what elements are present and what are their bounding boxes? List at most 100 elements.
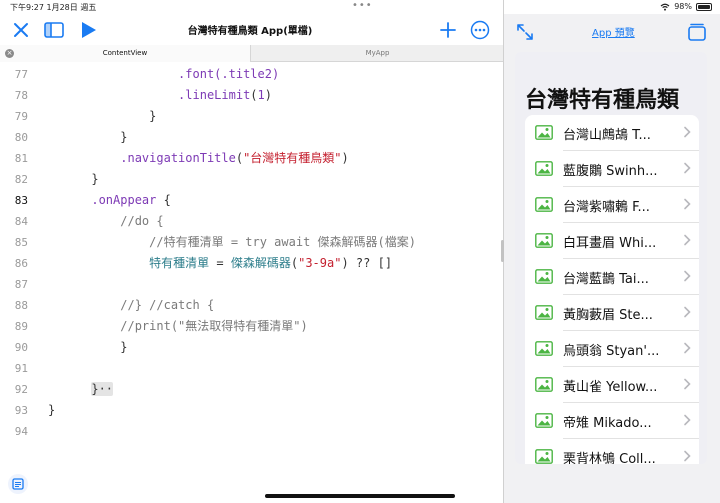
list-item[interactable]: 黃山雀 Yellow... — [525, 367, 699, 403]
line-number: 94 — [14, 425, 28, 438]
code-line[interactable]: 94 — [0, 421, 503, 442]
docs-button[interactable] — [8, 474, 28, 494]
code-text: //特有種清單 = try await 傑森解碼器(檔案) — [48, 232, 416, 253]
code-text: } — [48, 127, 127, 148]
bird-name: 白耳畫眉 Whi... — [563, 236, 657, 251]
chevron-right-icon — [684, 126, 691, 138]
code-token: .onAppear — [91, 193, 157, 207]
chevron-right-icon — [684, 270, 691, 282]
chevron-right-icon — [684, 306, 691, 318]
close-icon[interactable] — [10, 19, 32, 41]
device-preview: 台灣特有種鳥類 台灣山鷓鴣 T... 藍腹鷴 Swinh... 台灣紫嘯鶇 F...… — [515, 52, 707, 464]
code-token: 特有種清單 — [149, 256, 210, 270]
docs-icon — [12, 478, 24, 490]
code-editor[interactable]: 77 .font(.title2) 78 .lineLimit(1) 79 } 80 … — [0, 64, 503, 454]
code-line[interactable]: 91 — [0, 358, 503, 379]
photo-icon — [535, 377, 553, 392]
code-text: .font(.title2) — [48, 64, 279, 85]
status-time: 下午9:27 1月28日 週五 — [10, 3, 97, 12]
code-line[interactable]: 81 .navigationTitle("台灣特有種鳥類") — [0, 148, 503, 169]
code-token: ) ?? [] — [341, 256, 393, 270]
app-root: 下午9:27 1月28日 週五 ••• 98% 台灣特有種鳥類 App(單檔) … — [0, 0, 720, 503]
windows-icon[interactable] — [686, 20, 708, 42]
code-line[interactable]: 93} — [0, 400, 503, 421]
home-indicator[interactable] — [265, 494, 455, 498]
code-line[interactable]: 79 } — [0, 106, 503, 127]
code-line[interactable]: 83 .onAppear { — [0, 190, 503, 211]
code-token: //print("無法取得特有種清單") — [120, 319, 308, 333]
line-number: 92 — [14, 383, 28, 396]
bird-name: 黃山雀 Yellow... — [563, 380, 658, 395]
code-token: ( — [250, 88, 258, 102]
chevron-right-icon — [684, 414, 691, 426]
code-text: } — [48, 106, 156, 127]
app-preview-link[interactable]: App 預覽 — [592, 24, 635, 39]
line-number: 87 — [14, 278, 28, 291]
code-line[interactable]: 84 //do { — [0, 211, 503, 232]
line-number: 86 — [14, 257, 28, 270]
more-icon[interactable] — [469, 19, 491, 41]
photo-icon — [535, 125, 553, 140]
code-line[interactable]: 85 //特有種清單 = try await 傑森解碼器(檔案) — [0, 232, 503, 253]
code-token: .lineLimit — [178, 88, 251, 102]
code-line[interactable]: 82 } — [0, 169, 503, 190]
editor-pane: 台灣特有種鳥類 App(單檔) × ContentView MyApp 77 .… — [0, 14, 503, 503]
chevron-right-icon — [684, 234, 691, 246]
code-text: 特有種清單 = 傑森解碼器("3-9a") ?? [] — [48, 253, 392, 274]
expand-icon[interactable] — [514, 21, 536, 43]
tab-myapp[interactable]: MyApp — [252, 45, 503, 62]
code-token: 1 — [257, 88, 265, 102]
list-item[interactable]: 台灣紫嘯鶇 F... — [525, 187, 699, 223]
code-token: } — [48, 130, 128, 144]
code-line[interactable]: 77 .font(.title2) — [0, 64, 503, 85]
code-line[interactable]: 80 } — [0, 127, 503, 148]
file-tabbar: × ContentView MyApp — [0, 45, 503, 62]
code-line[interactable]: 89 //print("無法取得特有種清單") — [0, 316, 503, 337]
bird-list[interactable]: 台灣山鷓鴣 T... 藍腹鷴 Swinh... 台灣紫嘯鶇 F... 白耳畫眉 Whi… — [525, 115, 699, 464]
code-line[interactable]: 88 //} //catch { — [0, 295, 503, 316]
code-line[interactable]: 92 }·· — [0, 379, 503, 400]
list-item[interactable]: 白耳畫眉 Whi... — [525, 223, 699, 259]
code-token: 傑森解碼器 — [230, 256, 291, 270]
photo-icon — [535, 305, 553, 320]
tab-contentview[interactable]: × ContentView — [0, 45, 251, 62]
code-line[interactable]: 78 .lineLimit(1) — [0, 85, 503, 106]
bird-name: 烏頭翁 Styan'... — [563, 344, 660, 359]
line-number: 89 — [14, 320, 28, 333]
list-item[interactable]: 台灣藍鵲 Tai... — [525, 259, 699, 295]
code-line[interactable]: 86 特有種清單 = 傑森解碼器("3-9a") ?? [] — [0, 253, 503, 274]
list-item[interactable]: 黃胸藪眉 Ste... — [525, 295, 699, 331]
nav-title: 台灣特有種鳥類 — [525, 88, 680, 113]
code-line[interactable]: 90 } — [0, 337, 503, 358]
list-item[interactable]: 烏頭翁 Styan'... — [525, 331, 699, 367]
multitask-dots-icon[interactable]: ••• — [352, 0, 373, 11]
bird-name: 黃胸藪眉 Ste... — [563, 308, 653, 323]
code-token: ) — [341, 151, 349, 165]
bird-name: 帝雉 Mikado... — [563, 416, 652, 431]
code-token: ( — [235, 151, 244, 165]
photo-icon — [535, 161, 553, 176]
close-tab-icon[interactable]: × — [5, 49, 14, 58]
code-token: ) — [264, 88, 272, 102]
sidebar-icon[interactable] — [43, 19, 65, 41]
code-line[interactable]: 87 — [0, 274, 503, 295]
list-item[interactable]: 台灣山鷓鴣 T... — [525, 115, 699, 151]
code-token: "3-9a" — [298, 256, 342, 270]
list-item[interactable]: 帝雉 Mikado... — [525, 403, 699, 439]
tab-label: MyApp — [365, 49, 390, 57]
list-item[interactable]: 栗背林鴝 Coll... — [525, 439, 699, 464]
list-item[interactable]: 藍腹鷴 Swinh... — [525, 151, 699, 187]
code-text: .navigationTitle("台灣特有種鳥類") — [48, 148, 349, 169]
play-icon[interactable] — [77, 19, 99, 41]
wifi-icon — [660, 3, 670, 11]
battery-fill — [698, 4, 710, 9]
plus-icon[interactable] — [437, 19, 459, 41]
photo-icon — [535, 449, 553, 464]
chevron-right-icon — [684, 342, 691, 354]
chevron-right-icon — [684, 162, 691, 174]
